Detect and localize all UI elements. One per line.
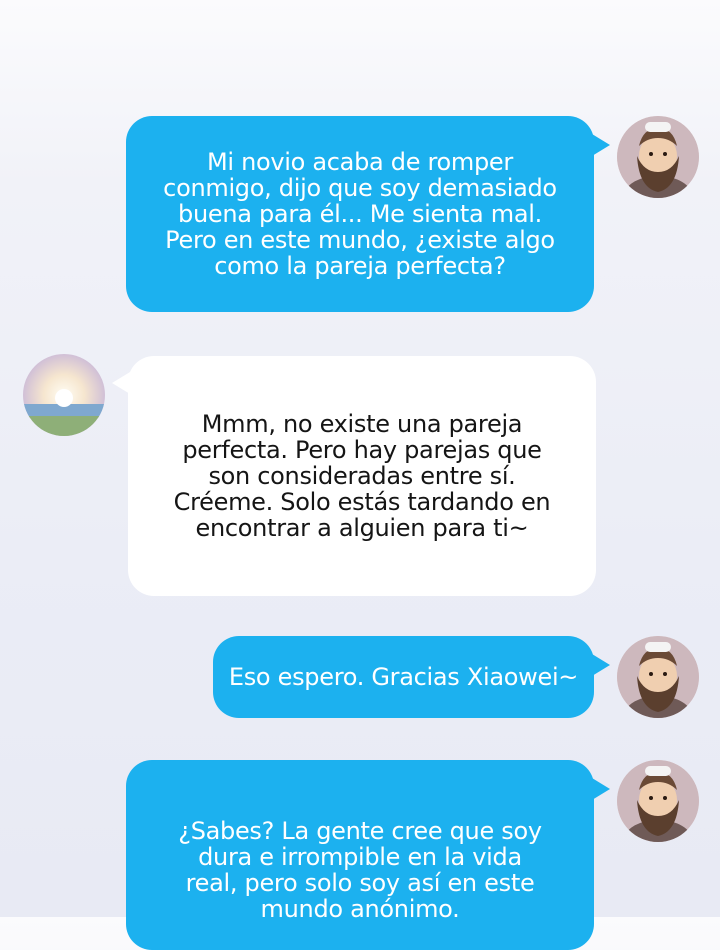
bearded-man-avatar-icon[interactable] xyxy=(617,116,699,198)
message-bubble-sent: ¿Sabes? La gente cree que soy dura e irr… xyxy=(126,760,594,950)
message-text: Mi novio acaba de romper conmigo, dijo q… xyxy=(163,148,557,280)
message-text: Mmm, no existe una pareja perfecta. Pero… xyxy=(173,410,551,542)
bubble-tail xyxy=(592,134,610,156)
message-bubble-received: Mmm, no existe una pareja perfecta. Pero… xyxy=(128,356,596,596)
message-bubble-sent: Mi novio acaba de romper conmigo, dijo q… xyxy=(126,116,594,312)
message-text: Eso espero. Gracias Xiaowei~ xyxy=(228,663,579,691)
message-bubble-sent: Eso espero. Gracias Xiaowei~ xyxy=(213,636,594,718)
bubble-tail xyxy=(592,654,610,676)
bearded-man-avatar-icon[interactable] xyxy=(617,636,699,718)
message-text: ¿Sabes? La gente cree que soy dura e irr… xyxy=(178,817,542,923)
bearded-man-avatar-icon[interactable] xyxy=(617,760,699,842)
bubble-tail xyxy=(592,778,610,800)
sunrise-landscape-avatar-icon[interactable] xyxy=(23,354,105,436)
